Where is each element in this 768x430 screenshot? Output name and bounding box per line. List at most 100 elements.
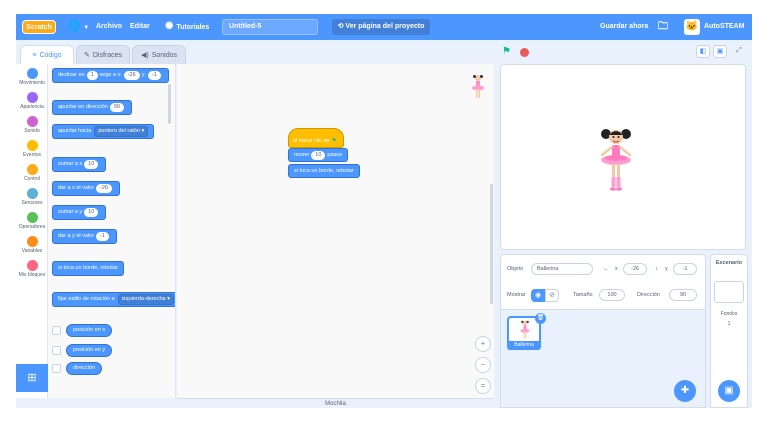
block-dropdown[interactable]: izquierda-derecha ▾ bbox=[117, 294, 174, 305]
tab-sounds[interactable]: ◀) Sonidos bbox=[132, 45, 186, 64]
category-operators[interactable]: Operadores bbox=[16, 212, 48, 230]
stage[interactable] bbox=[500, 64, 746, 250]
user-avatar[interactable]: 🐱 bbox=[684, 19, 700, 35]
ballerina-sprite[interactable] bbox=[597, 127, 635, 193]
zoom-in-button[interactable]: + bbox=[475, 336, 491, 352]
delete-sprite-button[interactable]: 🗑 bbox=[535, 313, 546, 324]
block-input[interactable]: 10 bbox=[84, 160, 99, 169]
normal-stage-button[interactable]: ▣ bbox=[713, 45, 727, 58]
tutorials-menu[interactable]: ✺ Tutoriales bbox=[165, 14, 209, 40]
block-input[interactable]: -26 bbox=[96, 184, 113, 193]
add-sprite-button[interactable]: ✚ bbox=[674, 380, 696, 402]
monitor-checkbox-direction[interactable] bbox=[52, 364, 61, 373]
block-change-y[interactable]: sumar a y 10 bbox=[52, 205, 107, 220]
block-input[interactable]: -1 bbox=[147, 71, 161, 80]
block-input[interactable]: 90 bbox=[109, 103, 124, 112]
sprite-card[interactable]: Ballerina 🗑 bbox=[507, 313, 546, 350]
block-dropdown[interactable]: puntero del ratón ▾ bbox=[94, 126, 149, 137]
tab-costumes[interactable]: ✎ Disfraces bbox=[76, 45, 130, 64]
language-menu[interactable]: 🌐 ▼ bbox=[68, 14, 89, 40]
block-set-y[interactable]: dar a y el valor -1 bbox=[52, 229, 117, 244]
edit-menu[interactable]: Editar bbox=[130, 14, 150, 40]
category-label: Variables bbox=[21, 248, 43, 254]
monitor-checkbox-y[interactable] bbox=[52, 346, 61, 355]
category-label: Eventos bbox=[22, 152, 42, 158]
hide-sprite-button[interactable]: ⊘ bbox=[545, 289, 559, 302]
eye-slash-icon: ⊘ bbox=[549, 292, 555, 299]
palette-scrollbar[interactable] bbox=[168, 84, 171, 124]
category-variables[interactable]: Variables bbox=[16, 236, 48, 254]
category-looks[interactable]: Apariencia bbox=[16, 92, 48, 110]
green-flag-icon[interactable]: ⚑ bbox=[502, 46, 511, 57]
category-dot bbox=[26, 260, 38, 271]
add-backdrop-button[interactable]: ▣ bbox=[718, 380, 740, 402]
tab-code[interactable]: ≡ Código bbox=[20, 45, 74, 64]
category-motion[interactable]: Movimiento bbox=[16, 68, 48, 86]
fullscreen-button[interactable]: ⤢ bbox=[732, 45, 746, 58]
category-control[interactable]: Control bbox=[16, 164, 48, 182]
small-stage-button[interactable]: ◧ bbox=[696, 45, 710, 58]
y-position-input[interactable]: -1 bbox=[673, 263, 697, 275]
zoom-reset-button[interactable]: = bbox=[475, 378, 491, 394]
block-bounce[interactable]: si toca un borde, rebotar bbox=[52, 261, 124, 276]
block-point-towards[interactable]: apuntar hacia puntero del ratón ▾ bbox=[52, 124, 155, 139]
block-text: si toca un borde, rebotar bbox=[58, 265, 118, 271]
x-position-input[interactable]: -26 bbox=[623, 263, 647, 275]
swap-icon: ⟲ bbox=[337, 23, 344, 30]
block-glide[interactable]: deslizar en 1 segs a x: -26 y: -1 bbox=[52, 68, 169, 83]
block-text: al hacer clic en bbox=[293, 138, 330, 144]
category-events[interactable]: Eventos bbox=[16, 140, 48, 158]
block-set-x[interactable]: dar a x el valor -26 bbox=[52, 181, 121, 196]
code-icon: ≡ bbox=[32, 52, 37, 59]
category-sensing[interactable]: Sensores bbox=[16, 188, 48, 206]
category-dot bbox=[26, 92, 38, 103]
my-stuff-folder-icon[interactable]: 🗀 bbox=[658, 14, 668, 40]
stage-title: Escenario bbox=[715, 260, 743, 266]
stage-thumbnail[interactable] bbox=[714, 281, 744, 303]
reporter-direction[interactable]: dirección bbox=[66, 362, 103, 375]
block-text: deslizar en bbox=[58, 72, 85, 78]
category-my-blocks[interactable]: Mis bloques bbox=[16, 260, 48, 278]
script-scrollbar[interactable] bbox=[490, 184, 493, 304]
save-now-button[interactable]: Guardar ahora bbox=[600, 14, 648, 40]
category-label: Apariencia bbox=[20, 104, 44, 110]
account-menu[interactable]: AutoSTEAM ▼ bbox=[704, 14, 752, 56]
reporter-y-position[interactable]: posición en y bbox=[66, 344, 113, 357]
block-text: apuntar en dirección bbox=[58, 104, 108, 110]
block-rotation-style[interactable]: fijar estilo de rotación a izquierda-dere… bbox=[52, 292, 175, 307]
block-when-flag-clicked[interactable]: al hacer clic en ⚑ bbox=[288, 128, 344, 148]
block-bounce[interactable]: si toca un borde, rebotar bbox=[288, 164, 360, 178]
add-extension-button[interactable]: ⊞ bbox=[16, 364, 48, 392]
block-input[interactable]: 1 bbox=[86, 71, 98, 80]
stop-icon[interactable] bbox=[520, 48, 529, 57]
block-input[interactable]: 10 bbox=[311, 151, 326, 160]
zoom-out-button[interactable]: − bbox=[475, 357, 491, 373]
sprite-name-input[interactable]: Ballerina bbox=[531, 263, 593, 275]
size-input[interactable]: 100 bbox=[599, 289, 625, 301]
backpack-bar[interactable]: Mochila bbox=[177, 398, 494, 408]
show-label: Mostrar bbox=[507, 292, 526, 298]
block-text: si toca un borde, rebotar bbox=[294, 168, 354, 174]
direction-input[interactable]: 90 bbox=[669, 289, 697, 301]
see-project-page-button[interactable]: ⟲ Ver página del proyecto bbox=[332, 19, 430, 35]
block-point-direction[interactable]: apuntar en dirección 90 bbox=[52, 100, 132, 115]
category-dot bbox=[26, 188, 38, 199]
scratch-logo[interactable]: Scratch bbox=[22, 20, 56, 34]
block-input[interactable]: -26 bbox=[123, 71, 140, 80]
project-title-input[interactable]: Untitled-5 bbox=[222, 19, 318, 35]
file-menu[interactable]: Archivo bbox=[96, 14, 122, 40]
category-dot bbox=[26, 68, 38, 79]
show-sprite-button[interactable]: ◉ bbox=[531, 289, 545, 302]
username: AutoSTEAM bbox=[704, 23, 745, 30]
reporter-x-position[interactable]: posición en x bbox=[66, 324, 113, 337]
block-input[interactable]: 10 bbox=[84, 208, 99, 217]
block-change-x[interactable]: sumar a x 10 bbox=[52, 157, 107, 172]
monitor-checkbox-x[interactable] bbox=[52, 326, 61, 335]
category-sound[interactable]: Sonido bbox=[16, 116, 48, 134]
image-add-icon: ▣ bbox=[724, 385, 734, 396]
block-input[interactable]: -1 bbox=[96, 232, 109, 241]
category-label: Sonido bbox=[24, 128, 40, 134]
block-move-steps[interactable]: mover 10 pasos bbox=[288, 148, 349, 162]
globe-icon: 🌐 bbox=[68, 21, 81, 32]
script-area[interactable]: al hacer clic en ⚑ mover 10 pasos si toca u… bbox=[177, 64, 494, 398]
